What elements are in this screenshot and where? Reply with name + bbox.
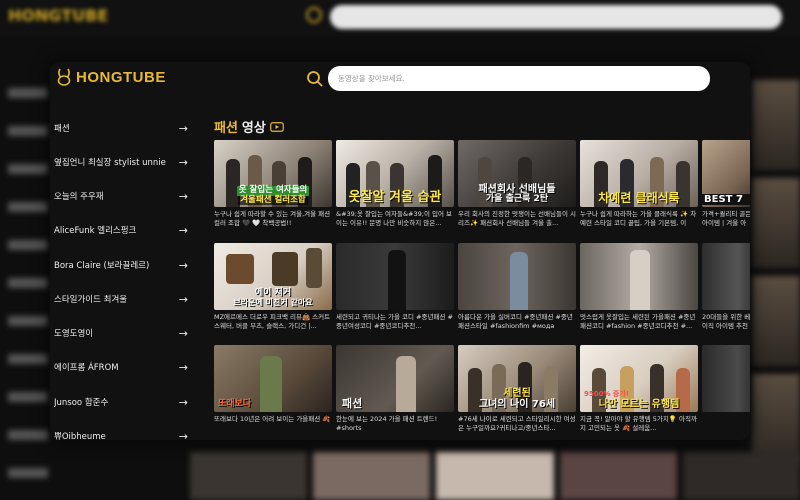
video-caption[interactable]: MZ에르메스 더로우 피크백 리뷰👜 스커트 스웨터, 버클 부츠, 슬랙스, … [214,313,332,331]
arrow-right-icon: → [178,258,188,272]
sidebar-item-label: 패션 [54,124,70,134]
video-caption[interactable]: 한눈에 보는 2024 가을 패션 트렌드! #shorts [336,415,454,433]
video-section: 패션 영상 옷 잘입는 여자들의 겨울패션 컬러조합 누구나 쉽게 따라할 수 … [214,112,750,440]
video-caption[interactable]: 누구나 쉽게 따라할 수 있는 겨울,겨울 패션 컬러 조합 🖤 🤍 착백공법!… [214,210,332,228]
arrow-right-icon: → [178,429,188,441]
video-thumbnail[interactable] [458,243,576,310]
video-overlay-text: 에이 저거 브라운에 미친거 같아요 [233,288,313,308]
video-caption[interactable]: 지금 꼭! 알아야 할 유행템 5가지💡 아직까지 고민되는 옷 🍂 설레움..… [580,415,698,433]
arrow-right-icon: → [178,326,188,340]
video-thumbnail[interactable]: 또래보다 [214,345,332,412]
sidebar-item-channel[interactable]: 에이프롬 ÁFROM → [54,357,188,377]
video-thumbnail[interactable]: 9500% 증가! 나만 모르는 유행템 [580,345,698,412]
sidebar-item-channel[interactable]: Bora Claire (보라끌레르) → [54,255,188,275]
sidebar-item-label: 쀼Oibheume [54,432,106,440]
video-overlay-text: 세련된 그녀의 나이 76세 [478,388,556,410]
background-header: HONGTUBE [0,0,800,36]
sidebar-item-channel[interactable]: 스타일가이드 최겨울 → [54,289,188,309]
app-window: HONGTUBE 패션 → 옆집언니 최실장 stylist unnie → 오… [50,62,750,440]
video-caption[interactable]: 가격+퀄리티 골든 아이템 | 겨울 아우터 패션 (테러노이 ... [702,210,750,228]
arrow-right-icon: → [178,189,188,203]
video-thumbnail[interactable]: 패션 [336,345,454,412]
header: HONGTUBE [50,62,750,96]
search-input[interactable] [328,66,710,91]
video-overlay-text: 차예련 클래식룩 [598,190,680,205]
video-thumbnail[interactable]: 옷잘알 겨울 습관 [336,140,454,207]
bunny-icon [57,68,71,86]
logo-text: HONGTUBE [76,68,166,86]
sidebar-item-fashion[interactable]: 패션 → [54,118,188,138]
sidebar-item-label: AliceFunk 엘리스펑크 [54,226,137,236]
sidebar-item-label: 옆집언니 최실장 stylist unnie [54,158,166,168]
video-thumbnail[interactable] [580,243,698,310]
sidebar-item-channel[interactable]: 옆집언니 최실장 stylist unnie → [54,152,188,172]
sidebar-item-channel[interactable]: AliceFunk 엘리스펑크 → [54,220,188,240]
video-thumbnail[interactable]: 에이 저거 브라운에 미친거 같아요 [214,243,332,310]
sidebar-item-label: 오늘의 주우재 [54,192,104,202]
background-bottom-row [190,452,800,500]
video-caption[interactable]: 세련되고 귀티나는 가을 코디 #중년패션 #중년여성코디 #중년코디추천... [336,313,454,331]
sidebar-item-channel[interactable]: 쀼Oibheume → [54,426,188,441]
video-thumbnail[interactable] [336,243,454,310]
section-title-rest: 영상 [241,121,266,136]
arrow-right-icon: → [178,292,188,306]
video-caption[interactable]: &#39;옷 잘입는 여자들&#39;이 입어 보이는 이유!! 문명 나만 비… [336,210,454,228]
arrow-right-icon: → [178,360,188,374]
arrow-right-icon: → [178,223,188,237]
video-caption[interactable]: 멋스럽게 옷잘입는 세련된 가을패션 #중년패션코디 #fashion #중년코… [580,313,698,331]
play-icon [269,121,284,132]
video-caption[interactable]: 아름다운 가을 실버코디 #중년패션 #중년패션스타일 #fashionfim … [458,313,576,331]
sidebar-item-label: 스타일가이드 최겨울 [54,295,128,305]
video-overlay-text: 패션 [342,396,363,410]
arrow-right-icon: → [178,155,188,169]
video-thumbnail[interactable]: 세련된 그녀의 나이 76세 [458,345,576,412]
sidebar-item-label: 도영도영이 [54,329,94,339]
logo[interactable]: HONGTUBE [56,68,166,86]
video-thumbnail[interactable]: 패션회사 선배님들 가을 출근룩 2탄 [458,140,576,207]
sidebar-item-label: Bora Claire (보라끌레르) [54,261,150,271]
arrow-right-icon: → [178,395,188,409]
video-caption[interactable]: 누구나 쉽게 따라하는 가을 클래식룩 ✨ 차예련 스타일 코디 꿀팁, 가을 … [580,210,698,228]
sidebar: 패션 → 옆집언니 최실장 stylist unnie → 오늘의 주우재 → … [50,110,192,441]
video-caption[interactable]: 20대들을 위한 베이직 아이템 추천 #... [702,313,750,331]
video-thumbnail[interactable] [702,345,750,412]
video-caption[interactable]: 또래보다 10년은 어려 보이는 가을패션 🍂 [214,415,332,433]
arrow-right-icon: → [178,121,188,135]
background-search-icon [306,7,322,23]
video-overlay-text: 패션회사 선배님들 가을 출근룩 2탄 [478,184,556,205]
sidebar-item-channel[interactable]: 오늘의 주우재 → [54,186,188,206]
background-search-bar [330,5,782,29]
video-overlay-text: 또래보다 [218,399,252,410]
section-title-highlight: 패션 [214,121,238,136]
background-logo: HONGTUBE [8,6,109,25]
sidebar-item-channel[interactable]: Junsoo 함준수 → [54,392,188,412]
video-thumbnail[interactable] [702,243,750,310]
video-thumbnail[interactable]: 옷 잘입는 여자들의 겨울패션 컬러조합 [214,140,332,207]
video-caption[interactable]: 우리 회사의 진정한 멋쟁이는 선배님들이 시리즈✨ 패션회사 선배님들 겨울 … [458,210,576,228]
video-thumbnail[interactable]: BEST 7 [702,140,750,207]
video-overlay-text: 옷잘알 겨울 습관 [348,189,442,205]
video-thumbnail[interactable]: 차예련 클래식룩 [580,140,698,207]
sidebar-item-channel[interactable]: 도영도영이 → [54,323,188,343]
video-overlay-text: 옷 잘입는 여자들의 겨울패션 컬러조합 [236,185,310,205]
video-caption[interactable]: #76세 나이로 세련되고 스타일리시한 여성은 누구일까요?귀티나고/중년스타… [458,415,576,433]
video-overlay-text: 9500% 증가! 나만 모르는 유행템 [584,390,680,410]
background-thumbnails [752,80,800,464]
sidebar-item-label: 에이프롬 ÁFROM [54,363,119,373]
section-title: 패션 영상 [214,117,284,136]
video-overlay-text: BEST 7 [702,194,750,205]
search-icon[interactable] [306,70,324,88]
sidebar-item-label: Junsoo 함준수 [54,398,109,408]
